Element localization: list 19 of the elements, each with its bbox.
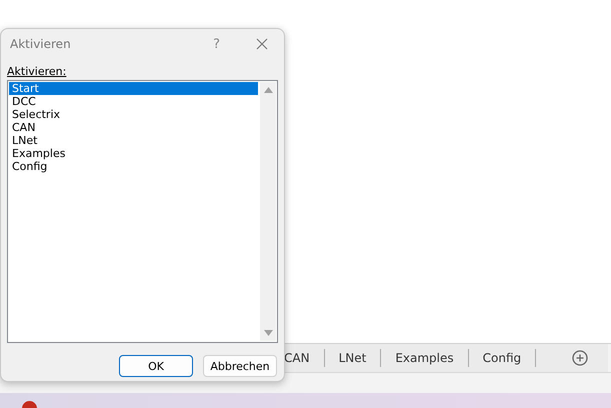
sheet-list[interactable]: Start DCC Selectrix CAN LNet Examples Config [7, 80, 278, 343]
scroll-up-icon[interactable] [264, 87, 272, 93]
sheet-tab[interactable]: Examples [381, 349, 469, 367]
list-item[interactable]: Start [9, 82, 258, 95]
list-item[interactable]: Selectrix [9, 108, 258, 121]
ok-button[interactable]: OK [119, 355, 193, 377]
sheet-tab[interactable]: LNet [324, 349, 382, 367]
sheet-tab[interactable]: Config [468, 349, 536, 367]
list-item[interactable]: CAN [9, 121, 258, 134]
cancel-button[interactable]: Abbrechen [203, 355, 277, 377]
list-item[interactable]: Examples [9, 147, 258, 160]
list-item[interactable]: Config [9, 160, 258, 173]
list-item[interactable]: LNet [9, 134, 258, 147]
close-icon[interactable] [256, 38, 268, 50]
dialog-title: Aktivieren [10, 37, 72, 51]
scroll-down-icon[interactable] [264, 330, 272, 336]
list-label: Aktivieren: [7, 65, 68, 78]
add-sheet-icon[interactable] [572, 350, 588, 366]
list-item[interactable]: DCC [9, 95, 258, 108]
